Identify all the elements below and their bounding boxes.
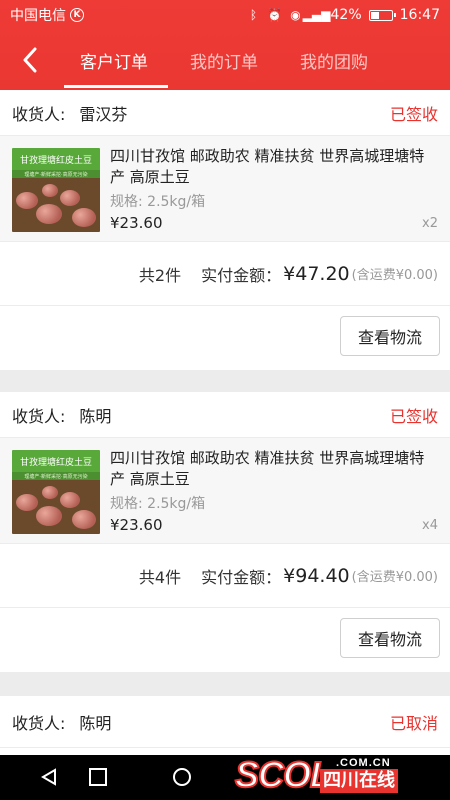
app-header: 中国电信 K ᛒ ⏰ ◉ ▂▄▆ 42% 16:47 客户订单 我的订单 我的团…	[0, 0, 450, 90]
chevron-left-icon	[23, 47, 37, 73]
paid-label: 实付金额：	[201, 265, 282, 285]
product-quantity: x2	[422, 216, 438, 231]
thumbnail-subtitle: 理塘产·新鲜采挖·高原无污染	[12, 472, 100, 480]
receiver-name: 陈明	[79, 406, 112, 426]
order-summary: 共2件 实付金额： ¥47.20 (含运费¥0.00)	[0, 242, 450, 306]
order-actions: 查看物流	[0, 608, 450, 672]
status-bar: 中国电信 K ᛒ ⏰ ◉ ▂▄▆ 42% 16:47	[0, 0, 450, 30]
tab-customer-orders[interactable]: 客户订单	[80, 48, 148, 73]
product-title: 四川甘孜馆 邮政助农 精准扶贫 世界高城理塘特产 高原土豆	[110, 449, 425, 488]
order-card: 收货人: 陈明 已签收 甘孜理塘红皮土豆 理塘产·新鲜采挖·高原无污染 四川甘孜…	[0, 392, 450, 672]
battery-percent: 42%	[330, 7, 362, 23]
product-spec: 规格: 2.5kg/箱	[110, 493, 205, 513]
product-title: 四川甘孜馆 邮政助农 精准扶贫 世界高城理塘特产 高原土豆	[110, 147, 425, 186]
spec-value: 2.5kg/箱	[147, 194, 206, 210]
order-status: 已签收	[389, 406, 438, 426]
product-thumbnail: 甘孜理塘红皮土豆 理塘产·新鲜采挖·高原无污染	[12, 450, 100, 534]
tab-my-group-buy[interactable]: 我的团购	[300, 48, 368, 73]
watermark-logo: SCOL	[234, 753, 333, 796]
order-actions: 查看物流	[0, 306, 450, 370]
watermark-name: 四川在线	[320, 769, 398, 793]
clock: 16:47	[399, 7, 440, 23]
paid-amount: ¥94.40	[283, 564, 350, 587]
view-logistics-button[interactable]: 查看物流	[340, 618, 440, 658]
receiver-label: 收货人:	[12, 104, 66, 124]
paid-label: 实付金额：	[201, 567, 282, 587]
count-prefix: 共	[138, 567, 155, 587]
product-item[interactable]: 甘孜理塘红皮土豆 理塘产·新鲜采挖·高原无污染 四川甘孜馆 邮政助农 精准扶贫 …	[0, 136, 450, 242]
system-recent-apps-icon[interactable]	[89, 768, 107, 786]
order-summary: 共4件 实付金额： ¥94.40 (含运费¥0.00)	[0, 544, 450, 608]
receiver-name: 雷汉芬	[79, 104, 128, 124]
count-suffix: 件	[165, 265, 182, 285]
top-navbar: 客户订单 我的订单 我的团购	[0, 30, 450, 90]
order-card: 收货人: 雷汉芬 已签收 甘孜理塘红皮土豆 理塘产·新鲜采挖·高原无污染 四川甘…	[0, 90, 450, 370]
shipping-fee: (含运费¥0.00)	[351, 268, 438, 283]
tab-my-orders[interactable]: 我的订单	[190, 48, 258, 73]
product-thumbnail: 甘孜理塘红皮土豆 理塘产·新鲜采挖·高原无污染	[12, 148, 100, 232]
order-status: 已取消	[389, 713, 438, 733]
eye-icon: ◉	[290, 8, 301, 22]
spec-label: 规格:	[110, 496, 143, 512]
thumbnail-title: 甘孜理塘红皮土豆	[12, 450, 100, 472]
potato-image	[12, 178, 100, 232]
view-logistics-button[interactable]: 查看物流	[340, 316, 440, 356]
receiver-row: 收货人: 陈明 已取消	[0, 696, 450, 748]
order-card: 收货人: 陈明 已取消	[0, 696, 450, 756]
product-price: ¥23.60	[110, 214, 163, 232]
count-value: 4	[154, 567, 166, 587]
receiver-row: 收货人: 陈明 已签收	[0, 392, 450, 438]
paid-amount: ¥47.20	[283, 262, 350, 285]
item-count: 共2件	[139, 262, 181, 286]
item-count: 共4件	[139, 564, 181, 588]
scol-watermark: SCOL .COM.CN 四川在线	[234, 752, 445, 798]
count-suffix: 件	[165, 567, 182, 587]
product-item[interactable]: 甘孜理塘红皮土豆 理塘产·新鲜采挖·高原无污染 四川甘孜馆 邮政助农 精准扶贫 …	[0, 438, 450, 544]
alarm-icon: ⏰	[267, 8, 282, 22]
receiver-label: 收货人:	[12, 406, 66, 426]
watermark-domain: .COM.CN	[336, 757, 391, 769]
product-quantity: x4	[422, 518, 438, 533]
system-back-icon[interactable]	[40, 768, 58, 786]
spec-label: 规格:	[110, 194, 143, 210]
carrier-badge: K	[70, 8, 84, 22]
carrier-label: 中国电信	[10, 8, 66, 24]
order-status: 已签收	[389, 104, 438, 124]
signal-icon: ▂▄▆	[302, 8, 331, 22]
count-prefix: 共	[138, 265, 155, 285]
potato-image	[12, 480, 100, 534]
system-home-icon[interactable]	[173, 768, 191, 786]
product-spec: 规格: 2.5kg/箱	[110, 191, 205, 211]
thumbnail-title: 甘孜理塘红皮土豆	[12, 148, 100, 170]
product-price: ¥23.60	[110, 516, 163, 534]
receiver-label: 收货人:	[12, 713, 66, 733]
receiver-name: 陈明	[79, 713, 112, 733]
thumbnail-subtitle: 理塘产·新鲜采挖·高原无污染	[12, 170, 100, 178]
count-value: 2	[154, 265, 166, 285]
receiver-row: 收货人: 雷汉芬 已签收	[0, 90, 450, 136]
spec-value: 2.5kg/箱	[147, 496, 206, 512]
bluetooth-icon: ᛒ	[249, 8, 258, 22]
battery-icon	[368, 9, 396, 21]
back-button[interactable]	[14, 44, 46, 76]
shipping-fee: (含运费¥0.00)	[351, 570, 438, 585]
active-tab-indicator	[64, 85, 168, 88]
